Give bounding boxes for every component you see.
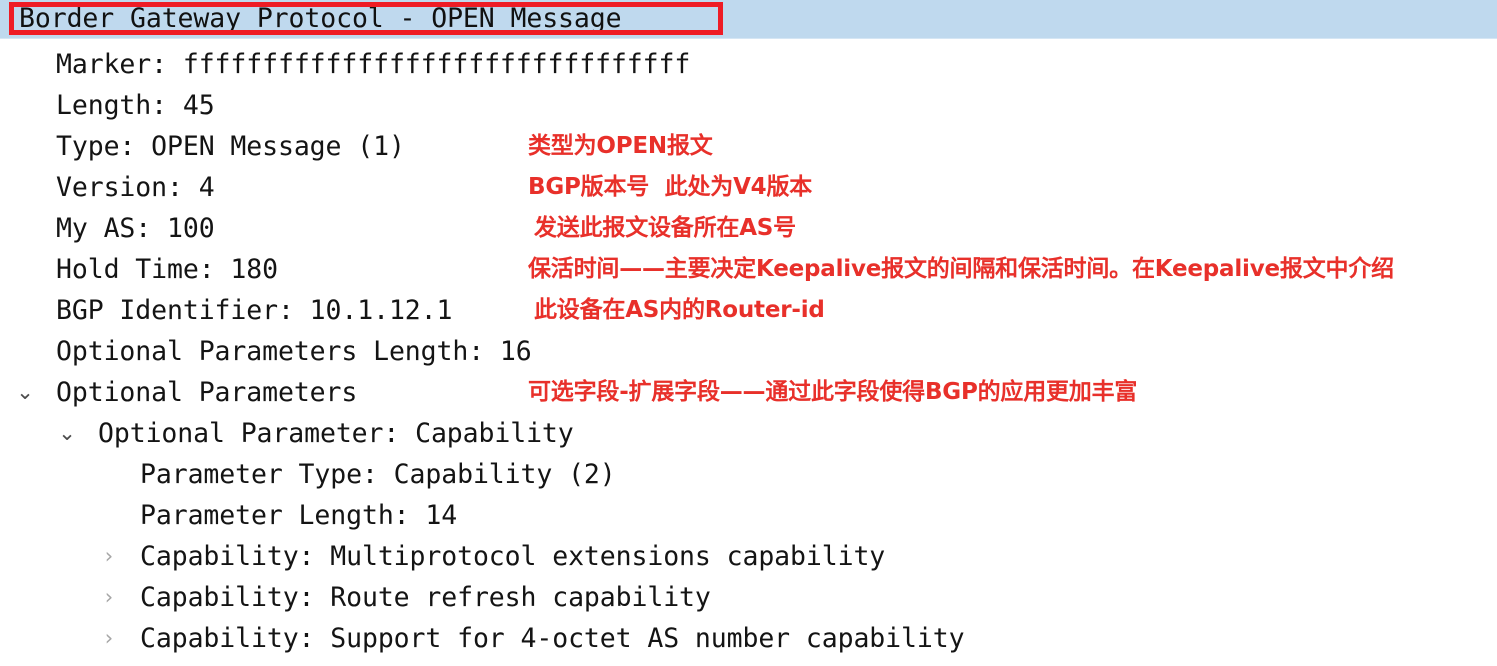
tree-row-label: Capability: Multiprotocol extensions cap… [140,541,886,572]
chevron-right-icon[interactable]: › [96,618,122,659]
annotation-hold-time: 保活时间——主要决定Keepalive报文的间隔和保活时间。在Keepalive… [528,256,1394,282]
chevron-down-icon[interactable]: ⌄ [12,372,38,413]
tree-row-label: My AS: 100 [56,213,215,244]
tree-row-label: Parameter Length: 14 [140,500,458,531]
annotation-type: 类型为OPEN报文 [528,133,713,159]
tree-row-parameter-length[interactable]: Parameter Length: 14 [0,495,1497,536]
tree-row-label: Version: 4 [56,172,215,203]
tree-row-length[interactable]: Length: 45 [0,85,1497,126]
tree-row-label: Optional Parameters [56,377,358,408]
tree-row-label: Type: OPEN Message (1) [56,131,405,162]
tree-row-capability-multiprotocol[interactable]: › Capability: Multiprotocol extensions c… [0,536,1497,577]
tree-row-optional-parameters-length[interactable]: Optional Parameters Length: 16 [0,331,1497,372]
annotation-version: BGP版本号 此处为V4版本 [528,174,813,200]
annotation-optional-parameters: 可选字段-扩展字段——通过此字段使得BGP的应用更加丰富 [528,379,1138,405]
tree-row-optional-parameter-capability[interactable]: ⌄ Optional Parameter: Capability [0,413,1497,454]
tree-row-label: Capability: Support for 4-octet AS numbe… [140,623,965,654]
tree-row-label: Capability: Route refresh capability [140,582,711,613]
tree-row-label: Optional Parameters Length: 16 [56,336,532,367]
tree-row-marker[interactable]: Marker: ffffffffffffffffffffffffffffffff [0,44,1497,85]
chevron-right-icon[interactable]: › [96,577,122,618]
tree-row-label: Marker: ffffffffffffffffffffffffffffffff [56,49,691,80]
annotation-my-as: 发送此报文设备所在AS号 [534,215,796,241]
tree-row-capability-4-octet-as[interactable]: › Capability: Support for 4-octet AS num… [0,618,1497,659]
tree-row-label: BGP Identifier: 10.1.12.1 [56,295,453,326]
packet-detail-pane: Border Gateway Protocol - OPEN Message M… [0,0,1497,666]
tree-row-capability-route-refresh[interactable]: › Capability: Route refresh capability [0,577,1497,618]
tree-row-label: Optional Parameter: Capability [98,418,574,449]
tree-row-type[interactable]: Type: OPEN Message (1) [0,126,1497,167]
tree-row-bgp-open-message[interactable]: Border Gateway Protocol - OPEN Message [0,0,1497,38]
tree-row-parameter-type[interactable]: Parameter Type: Capability (2) [0,454,1497,495]
chevron-right-icon[interactable]: › [96,536,122,577]
tree-row-label: Border Gateway Protocol - OPEN Message [19,3,622,34]
chevron-down-icon[interactable]: ⌄ [54,413,80,454]
tree-row-label: Length: 45 [56,90,215,121]
tree-row-label: Parameter Type: Capability (2) [140,459,616,490]
tree-row-label: Hold Time: 180 [56,254,278,285]
annotation-bgp-identifier: 此设备在AS内的Router-id [534,297,825,323]
